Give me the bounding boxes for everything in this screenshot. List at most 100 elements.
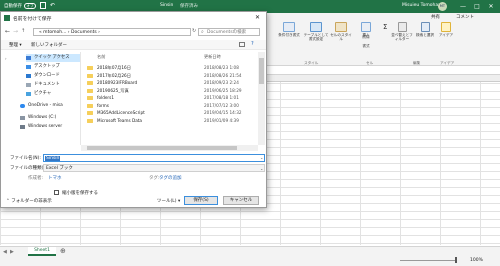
table-icon: [310, 22, 322, 32]
comment-button[interactable]: コメント: [456, 14, 474, 20]
author-value[interactable]: トマホ: [48, 175, 62, 181]
excel-icon: [4, 15, 10, 21]
author-label: 作成者:: [28, 176, 44, 181]
command-bar: 整理 ▾ 新しいフォルダー ?: [1, 40, 266, 50]
organize-button[interactable]: 整理 ▾: [9, 42, 22, 48]
cell-styles-button[interactable]: セルのスタイル: [330, 22, 352, 41]
file-name-field[interactable]: Sinsin ⌄: [43, 154, 265, 162]
autosave-toggle[interactable]: オフ: [24, 3, 36, 9]
tags-label: タグ:: [149, 176, 160, 181]
thumbnail-checkbox[interactable]: [54, 190, 59, 195]
dialog-title-bar: 名前を付けて保存 ✕: [1, 12, 266, 24]
desktop-icon: [26, 65, 31, 69]
file-type-select[interactable]: Excel ブック ⌄: [43, 164, 265, 172]
list-item[interactable]: forms 2017/07/12 3:00: [83, 102, 258, 110]
column-date-header[interactable]: 更新日時: [204, 54, 221, 60]
list-item[interactable]: 2018年07月16日 2018/08/23 1:08: [83, 64, 258, 72]
new-folder-button[interactable]: 新しいフォルダー: [31, 42, 67, 48]
document-icon: [26, 83, 31, 87]
nav-item-quick-access[interactable]: クイック アクセス: [26, 54, 80, 62]
zoom-slider[interactable]: [400, 260, 455, 261]
add-sheet-icon[interactable]: ⊕: [60, 247, 66, 255]
nav-item-pictures[interactable]: ピクチャ: [26, 90, 80, 98]
star-icon: [26, 56, 31, 60]
tags-value[interactable]: タグの追加: [159, 175, 182, 181]
refresh-icon[interactable]: ↻: [192, 28, 196, 34]
forward-icon[interactable]: →: [13, 28, 18, 35]
minimize-button[interactable]: —: [456, 2, 470, 11]
list-item[interactable]: folders1 2017/08/18 1:01: [83, 94, 258, 102]
nav-item-documents[interactable]: ドキュメント: [26, 81, 80, 89]
column-name-header[interactable]: 名前: [97, 54, 105, 60]
cloud-icon: [20, 104, 25, 108]
address-bar[interactable]: « mtomoh... › Documents ›: [33, 28, 191, 36]
folder-icon: [87, 66, 93, 70]
chevron-down-icon[interactable]: ⌄: [260, 155, 263, 160]
sheet-tab[interactable]: Sheet1: [28, 247, 56, 256]
hide-folders-button[interactable]: ⌃ フォルダーの非表示: [6, 198, 52, 204]
nav-item-downloads[interactable]: ダウンロード: [26, 72, 80, 80]
cancel-button[interactable]: キャンセル: [223, 196, 259, 205]
nav-item-desktop[interactable]: デスクトップ: [26, 63, 80, 71]
lightbulb-icon: [441, 22, 451, 32]
list-item[interactable]: 20190625_写真 2019/06/25 18:29: [83, 87, 258, 95]
picture-icon: [26, 92, 31, 96]
save-state: 保存済み: [180, 4, 198, 9]
avatar[interactable]: MT: [438, 2, 447, 11]
download-icon: [26, 74, 31, 78]
search-icon: ⌕: [201, 29, 204, 35]
file-name-value: Sinsin: [45, 156, 61, 161]
format-as-table-button[interactable]: テーブルとして書式設定: [303, 22, 329, 41]
autosave-label: 自動保存: [4, 4, 22, 9]
conditional-format-button[interactable]: 条件付き書式: [276, 22, 302, 37]
vertical-scrollbar[interactable]: [258, 52, 265, 145]
nav-item-onedrive[interactable]: OneDrive - misa: [20, 102, 75, 110]
up-icon[interactable]: ↑: [21, 28, 25, 34]
tools-button[interactable]: ツール(L) ▾: [157, 198, 180, 204]
insert-cells-icon: [361, 22, 371, 32]
list-item[interactable]: 2017年02月26日 2018/08/26 21:54: [83, 72, 258, 80]
dialog-title: 名前を付けて保存: [13, 17, 52, 22]
format-cells-button[interactable]: 書式: [356, 44, 376, 48]
ideas-button[interactable]: アイデア: [438, 22, 454, 37]
zoom-thumb[interactable]: [455, 257, 457, 263]
nav-item-windows-server[interactable]: Windows server: [20, 123, 75, 131]
file-name-label: ファイル名(N):: [10, 156, 41, 161]
conditional-format-icon: [283, 22, 295, 32]
list-item[interactable]: M365AddLicenceScript 2019/04/15 14:32: [83, 109, 258, 117]
help-icon[interactable]: ?: [251, 41, 254, 47]
close-button[interactable]: ✕: [484, 2, 498, 11]
back-icon[interactable]: ←: [5, 28, 10, 35]
collapse-icon[interactable]: ›: [5, 56, 7, 61]
horizontal-scrollbar[interactable]: [81, 145, 258, 151]
cell-styles-icon: [335, 22, 347, 32]
view-options-icon[interactable]: [239, 42, 245, 47]
dialog-close-button[interactable]: ✕: [255, 14, 260, 21]
folder-icon: [87, 111, 93, 115]
folder-icon: [87, 81, 93, 85]
scroll-right-icon[interactable]: ▶: [10, 249, 14, 255]
save-button[interactable]: 保存(S): [184, 196, 218, 205]
zoom-level: 100%: [470, 258, 483, 263]
navigation-pane: クイック アクセス デスクトップ ダウンロード ドキュメント ピクチャ OneD…: [18, 52, 81, 145]
server-icon: [20, 125, 25, 129]
maximize-button[interactable]: □: [470, 2, 484, 11]
file-name: Sinsin: [160, 3, 174, 8]
nav-item-windows-c[interactable]: Windows (C:): [20, 114, 75, 122]
undo-icon[interactable]: ↶: [50, 2, 55, 9]
list-item[interactable]: 20180923IFRBoard 2018/09/23 2:24: [83, 79, 258, 87]
file-list: 名前 更新日時 2018年07月16日 2018/08/23 1:08 2017年…: [83, 52, 258, 145]
scrollbar-thumb[interactable]: [87, 146, 237, 150]
share-button[interactable]: 共有: [431, 14, 440, 20]
delete-cells-button[interactable]: 削除: [356, 35, 376, 39]
scrollbar-thumb[interactable]: [259, 58, 264, 84]
list-item[interactable]: Microsoft Teams Data 2019/01/09 4:39: [83, 117, 258, 125]
find-select-button[interactable]: 検索と選択: [414, 22, 436, 37]
search-input[interactable]: ⌕ Documentsの検索: [198, 28, 260, 36]
autosum-icon[interactable]: Σ: [383, 23, 387, 31]
sort-filter-button[interactable]: 並べ替えとフィルター: [390, 22, 414, 41]
scroll-left-icon[interactable]: ◀: [3, 249, 7, 255]
thumbnail-label: 縮小版を保存する: [62, 191, 98, 196]
folder-icon: [87, 96, 93, 100]
save-icon[interactable]: [40, 2, 46, 9]
